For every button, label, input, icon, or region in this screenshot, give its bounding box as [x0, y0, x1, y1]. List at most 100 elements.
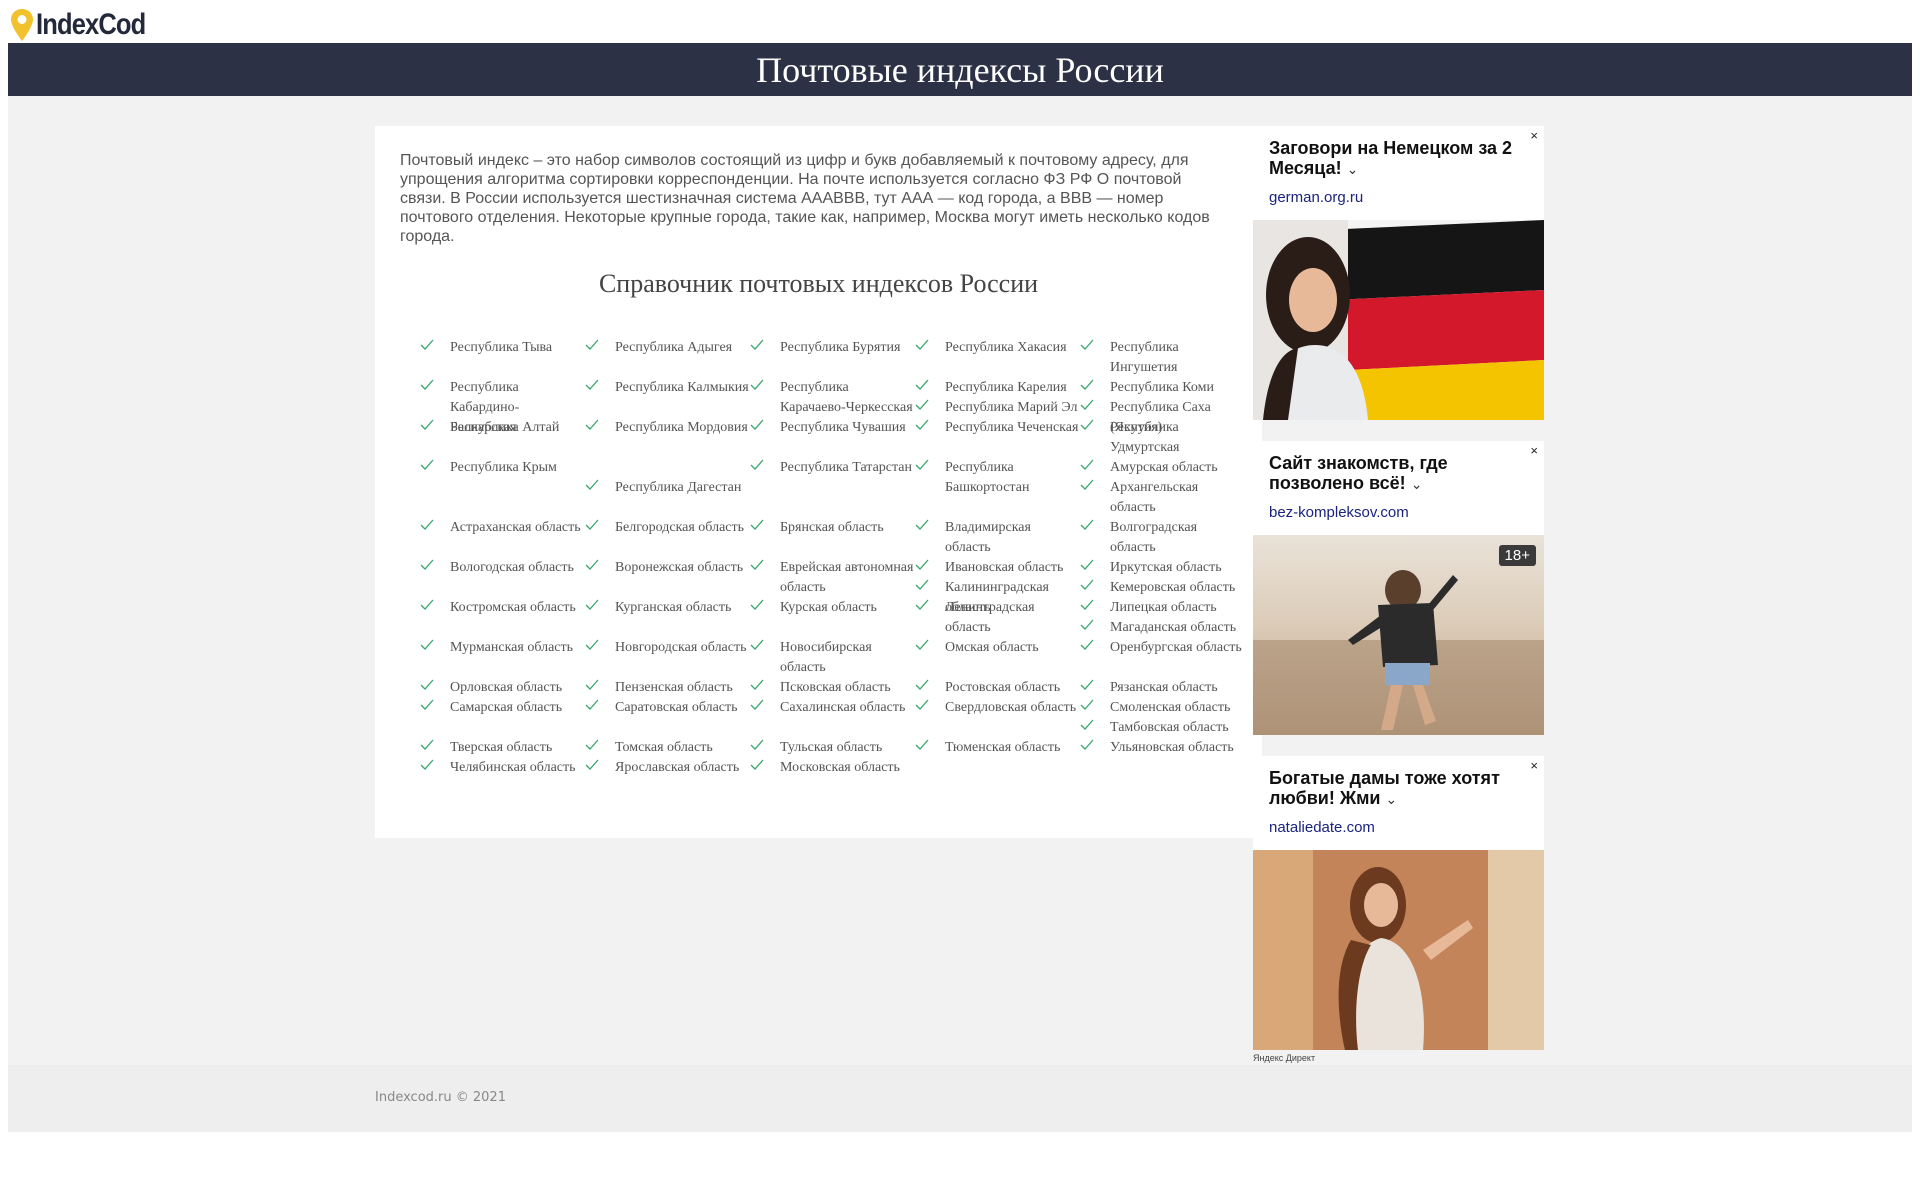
region-name[interactable]: Новгородская область	[615, 638, 750, 658]
region-name[interactable]: Тамбовская область	[1110, 718, 1245, 738]
region-name[interactable]: Сахалинская область	[780, 698, 915, 718]
region-link[interactable]: Республика Башкортостан	[915, 458, 1080, 498]
region-name[interactable]: Новосибирская область	[780, 638, 915, 678]
region-link[interactable]: Белгородская область	[585, 518, 750, 538]
region-name[interactable]: Иркутская область	[1110, 558, 1245, 578]
close-icon[interactable]: ×	[1530, 758, 1538, 773]
region-link[interactable]: Самарская область	[420, 698, 585, 718]
region-name[interactable]: Республика Чувашия	[780, 418, 915, 438]
region-name[interactable]: Самарская область	[450, 698, 585, 718]
region-name[interactable]: Еврейская автономная область	[780, 558, 915, 598]
region-link[interactable]: Республика Коми	[1080, 378, 1245, 398]
region-link[interactable]: Ярославская область	[585, 758, 750, 778]
ad-image[interactable]: 18+	[1253, 535, 1544, 735]
region-name[interactable]: Рязанская область	[1110, 678, 1245, 698]
region-link[interactable]: Мурманская область	[420, 638, 585, 658]
region-name[interactable]: Ивановская область	[945, 558, 1080, 578]
chevron-down-icon[interactable]: ⌄	[1347, 161, 1359, 177]
region-name[interactable]: Липецкая область	[1110, 598, 1245, 618]
region-name[interactable]: Республика Дагестан	[615, 478, 750, 498]
region-link[interactable]: Владимирская область	[915, 518, 1080, 558]
region-link[interactable]: Омская область	[915, 638, 1080, 658]
ad-card[interactable]: × Сайт знакомств, где позволено всё! ⌄ b…	[1253, 441, 1544, 735]
region-link[interactable]: Астраханская область	[420, 518, 585, 538]
region-name[interactable]: Псковская область	[780, 678, 915, 698]
region-link[interactable]: Республика Татарстан	[750, 458, 915, 478]
region-link[interactable]: Ульяновская область	[1080, 738, 1245, 758]
region-link[interactable]: Вологодская область	[420, 558, 585, 578]
region-link[interactable]: Сахалинская область	[750, 698, 915, 718]
region-name[interactable]: Амурская область	[1110, 458, 1245, 478]
region-name[interactable]: Ростовская область	[945, 678, 1080, 698]
region-link[interactable]: Волгоградская область	[1080, 518, 1245, 558]
region-name[interactable]: Тульская область	[780, 738, 915, 758]
region-name[interactable]: Владимирская область	[945, 518, 1080, 558]
region-link[interactable]: Саратовская область	[585, 698, 750, 718]
region-link[interactable]: Республика Хакасия	[915, 338, 1080, 358]
chevron-down-icon[interactable]: ⌄	[1385, 791, 1397, 807]
region-link[interactable]: Республика Крым	[420, 458, 585, 478]
region-name[interactable]: Кемеровская область	[1110, 578, 1245, 598]
region-link[interactable]: Тверская область	[420, 738, 585, 758]
region-link[interactable]: Псковская область	[750, 678, 915, 698]
region-name[interactable]: Орловская область	[450, 678, 585, 698]
region-link[interactable]: Республика Чеченская	[915, 418, 1080, 438]
region-name[interactable]: Смоленская область	[1110, 698, 1245, 718]
ad-domain-link[interactable]: nataliedate.com	[1269, 819, 1375, 836]
close-icon[interactable]: ×	[1530, 443, 1538, 458]
ad-card[interactable]: × Заговори на Немецком за 2 Месяца! ⌄ ge…	[1253, 126, 1544, 420]
region-name[interactable]: Республика Татарстан	[780, 458, 915, 478]
region-name[interactable]: Брянская область	[780, 518, 915, 538]
region-link[interactable]: Рязанская область	[1080, 678, 1245, 698]
ad-image[interactable]	[1253, 220, 1544, 420]
region-link[interactable]: Иркутская область	[1080, 558, 1245, 578]
region-link[interactable]: Челябинская область	[420, 758, 585, 778]
region-link[interactable]: Новгородская область	[585, 638, 750, 658]
region-link[interactable]: Воронежская область	[585, 558, 750, 578]
region-link[interactable]: Еврейская автономная область	[750, 558, 915, 598]
region-name[interactable]: Республика Ингушетия	[1110, 338, 1245, 378]
region-name[interactable]: Республика Коми	[1110, 378, 1245, 398]
region-link[interactable]: Архангельская область	[1080, 478, 1245, 518]
region-link[interactable]: Республика Дагестан	[585, 478, 750, 498]
region-name[interactable]: Республика Крым	[450, 458, 585, 478]
region-name[interactable]: Московская область	[780, 758, 915, 778]
region-link[interactable]: Курская область	[750, 598, 915, 618]
region-name[interactable]: Магаданская область	[1110, 618, 1245, 638]
region-link[interactable]: Томская область	[585, 738, 750, 758]
region-name[interactable]: Республика Марий Эл	[945, 398, 1080, 418]
ad-title[interactable]: Заговори на Немецком за 2 Месяца! ⌄	[1269, 138, 1529, 179]
region-name[interactable]: Воронежская область	[615, 558, 750, 578]
region-name[interactable]: Тюменская область	[945, 738, 1080, 758]
region-link[interactable]: Смоленская область	[1080, 698, 1245, 718]
region-name[interactable]: Республика Мордовия	[615, 418, 750, 438]
ad-card[interactable]: × Богатые дамы тоже хотят любви! Жми ⌄ n…	[1253, 756, 1544, 1050]
site-logo[interactable]: IndexCod	[10, 6, 165, 44]
region-name[interactable]: Республика Калмыкия	[615, 378, 750, 398]
region-link[interactable]: Московская область	[750, 758, 915, 778]
region-name[interactable]: Пензенская область	[615, 678, 750, 698]
region-name[interactable]: Республика Башкортостан	[945, 458, 1080, 498]
region-link[interactable]: Республика Карачаево-Черкесская	[750, 378, 915, 418]
region-name[interactable]: Республика Карелия	[945, 378, 1080, 398]
region-link[interactable]: Республика Калмыкия	[585, 378, 750, 398]
region-name[interactable]: Республика Карачаево-Черкесская	[780, 378, 915, 418]
region-link[interactable]: Брянская область	[750, 518, 915, 538]
region-link[interactable]: Республика Ингушетия	[1080, 338, 1245, 378]
region-link[interactable]: Липецкая область	[1080, 598, 1245, 618]
region-link[interactable]: Свердловская область	[915, 698, 1080, 718]
region-name[interactable]: Республика Чеченская	[945, 418, 1080, 438]
region-name[interactable]: Саратовская область	[615, 698, 750, 718]
chevron-down-icon[interactable]: ⌄	[1411, 476, 1423, 492]
region-name[interactable]: Вологодская область	[450, 558, 585, 578]
region-link[interactable]: Магаданская область	[1080, 618, 1245, 638]
region-link[interactable]: Ивановская область	[915, 558, 1080, 578]
region-link[interactable]: Республика Алтай	[420, 418, 585, 438]
region-link[interactable]: Курганская область	[585, 598, 750, 618]
ad-title[interactable]: Сайт знакомств, где позволено всё! ⌄	[1269, 453, 1529, 494]
region-name[interactable]: Республика Адыгея	[615, 338, 750, 358]
region-link[interactable]: Республика Мордовия	[585, 418, 750, 438]
region-link[interactable]: Тульская область	[750, 738, 915, 758]
region-name[interactable]: Ульяновская область	[1110, 738, 1245, 758]
region-link[interactable]: Республика Адыгея	[585, 338, 750, 358]
